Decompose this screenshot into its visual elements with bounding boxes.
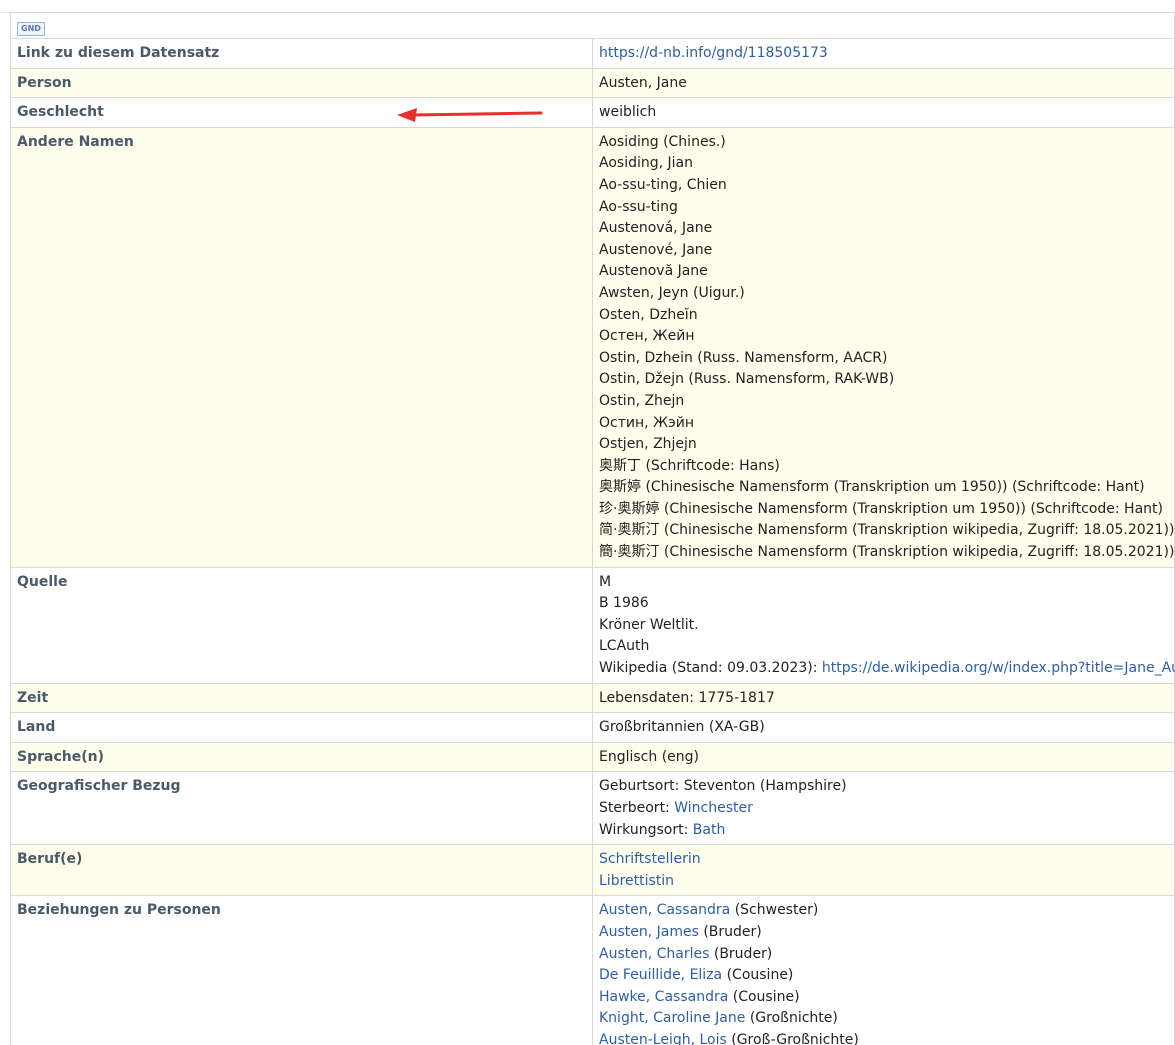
row-value: weiblich bbox=[592, 97, 1175, 128]
relation: (Großnichte) bbox=[745, 1010, 838, 1027]
person-link[interactable]: Knight, Caroline Jane bbox=[599, 1010, 745, 1026]
list-item: Austenové, Jane bbox=[599, 241, 713, 258]
row-geschlecht: Geschlecht weiblich bbox=[10, 97, 1175, 128]
row-beziehungen: Beziehungen zu Personen Austen, Cassandr… bbox=[10, 895, 1175, 1045]
list-item: Austen-Leigh, Lois (Groß-Großnichte) bbox=[599, 1030, 1168, 1045]
row-label: Andere Namen bbox=[10, 126, 593, 568]
list-item: Остен, Жейн bbox=[599, 328, 695, 345]
list-item: Osten, Dzheĭn bbox=[599, 306, 698, 323]
row-value: Großbritannien (XA-GB) bbox=[592, 712, 1175, 743]
row-label: Beruf(e) bbox=[10, 844, 593, 897]
person-link[interactable]: Hawke, Cassandra bbox=[599, 989, 728, 1005]
row-value: Englisch (eng) bbox=[592, 741, 1175, 773]
relation: (Schwester) bbox=[730, 902, 819, 919]
list-item: Awsten, Jeyn (Uigur.) bbox=[599, 284, 745, 301]
row-value: Schriftstellerin Librettistin bbox=[592, 844, 1175, 897]
relation: (Bruder) bbox=[709, 945, 773, 962]
list-item: Hawke, Cassandra (Cousine) bbox=[599, 987, 1168, 1009]
row-value: Austen, Jane bbox=[592, 67, 1175, 99]
relation: (Cousine) bbox=[722, 967, 794, 984]
wikipedia-link[interactable]: https://de.wikipedia.org/w/index.php?tit… bbox=[822, 660, 1175, 676]
beruf-link[interactable]: Schriftstellerin bbox=[599, 849, 1168, 871]
row-label: Quelle bbox=[10, 566, 593, 684]
person-link[interactable]: De Feuillide, Eliza bbox=[599, 967, 722, 983]
list-item: Aosiding (Chines.) bbox=[599, 133, 726, 150]
gnd-logo-icon[interactable]: GND bbox=[17, 22, 45, 36]
sterbeort: Sterbeort: Winchester bbox=[599, 798, 1168, 820]
sterbeort-link[interactable]: Winchester bbox=[674, 800, 753, 816]
logo-cell: GND bbox=[10, 12, 1175, 39]
record-link[interactable]: https://d-nb.info/gnd/118505173 bbox=[599, 45, 828, 61]
row-geo: Geografischer Bezug Geburtsort: Stevento… bbox=[10, 771, 1175, 846]
list-item: Ostin, Zhejn bbox=[599, 392, 685, 409]
list-item: Ostjen, Zhjejn bbox=[599, 436, 697, 453]
list-item: De Feuillide, Eliza (Cousine) bbox=[599, 965, 1168, 987]
list-item: Austen, Cassandra (Schwester) bbox=[599, 900, 1168, 922]
list-item: Austenová, Jane bbox=[599, 220, 713, 237]
wirkungsort: Wirkungsort: Bath bbox=[599, 820, 1168, 842]
row-value: Austen, Cassandra (Schwester) Austen, Ja… bbox=[592, 895, 1175, 1045]
row-label: Sprache(n) bbox=[10, 741, 593, 773]
list-item: Остин, Жэйн bbox=[599, 414, 695, 431]
row-label: Zeit bbox=[10, 682, 593, 714]
relation: (Bruder) bbox=[698, 923, 762, 940]
list-item: 簡·奥斯汀 (Chinesische Namensform (Transkrip… bbox=[599, 544, 1175, 561]
list-item: 简·奥斯汀 (Chinesische Namensform (Transkrip… bbox=[599, 522, 1175, 539]
list-item: 奥斯丁 (Schriftcode: Hans) bbox=[599, 457, 780, 474]
table-row: GND bbox=[10, 12, 1175, 39]
list-item: 珍·奥斯婷 (Chinesische Namensform (Transkrip… bbox=[599, 500, 1163, 517]
person-link[interactable]: Austen, James bbox=[599, 924, 699, 940]
list-item: Austenovă Jane bbox=[599, 263, 708, 280]
page: GND Link zu diesem Datensatz https://d-n… bbox=[0, 0, 1175, 1045]
row-value: Lebensdaten: 1775-1817 bbox=[592, 682, 1175, 714]
list-item: Kröner Weltlit. bbox=[599, 616, 699, 633]
row-value: Aosiding (Chines.) Aosiding, Jian Ao-ssu… bbox=[592, 126, 1175, 568]
list-item: Ao-ssu-ting bbox=[599, 198, 678, 215]
row-label: Person bbox=[10, 67, 593, 99]
gnd-record-table: GND Link zu diesem Datensatz https://d-n… bbox=[10, 12, 1175, 1045]
row-label: Land bbox=[10, 712, 593, 743]
list-item: Aosiding, Jian bbox=[599, 155, 693, 172]
row-beruf: Beruf(e) Schriftstellerin Librettistin bbox=[10, 844, 1175, 897]
relation: (Cousine) bbox=[728, 988, 800, 1005]
row-land: Land Großbritannien (XA-GB) bbox=[10, 712, 1175, 743]
geburtsort: Geburtsort: Steventon (Hampshire) bbox=[599, 778, 847, 795]
beruf-link[interactable]: Librettistin bbox=[599, 871, 1168, 893]
list-item: 奥斯婷 (Chinesische Namensform (Transkripti… bbox=[599, 479, 1145, 496]
row-zeit: Zeit Lebensdaten: 1775-1817 bbox=[10, 682, 1175, 714]
row-quelle: Quelle M B 1986 Kröner Weltlit. LCAuth W… bbox=[10, 566, 1175, 684]
person-link[interactable]: Austen, Cassandra bbox=[599, 902, 730, 918]
row-label: Beziehungen zu Personen bbox=[10, 895, 593, 1045]
relation: (Groß-Großnichte) bbox=[726, 1031, 859, 1045]
row-value: M B 1986 Kröner Weltlit. LCAuth Wikipedi… bbox=[592, 566, 1175, 684]
row-link: Link zu diesem Datensatz https://d-nb.in… bbox=[10, 38, 1175, 69]
list-item: Ostin, Džejn (Russ. Namensform, RAK-WB) bbox=[599, 371, 895, 388]
row-andere-namen: Andere Namen Aosiding (Chines.) Aosiding… bbox=[10, 126, 1175, 568]
list-item: Knight, Caroline Jane (Großnichte) bbox=[599, 1008, 1168, 1030]
list-item: Ostin, Dzhein (Russ. Namensform, AACR) bbox=[599, 349, 888, 366]
row-label: Link zu diesem Datensatz bbox=[10, 38, 593, 69]
list-item: Ao-ssu-ting, Chien bbox=[599, 176, 727, 193]
sterbeort-prefix: Sterbeort: bbox=[599, 800, 675, 816]
wirkungsort-prefix: Wirkungsort: bbox=[599, 821, 693, 838]
list-item: B 1986 bbox=[599, 595, 649, 612]
list-item: Wikipedia (Stand: 09.03.2023): https://d… bbox=[599, 658, 1175, 680]
list-item: Austen, James (Bruder) bbox=[599, 922, 1168, 944]
wirkungsort-link[interactable]: Bath bbox=[693, 822, 726, 838]
list-item: LCAuth bbox=[599, 638, 650, 655]
row-label: Geschlecht bbox=[10, 97, 593, 128]
row-person: Person Austen, Jane bbox=[10, 67, 1175, 99]
person-link[interactable]: Austen, Charles bbox=[599, 946, 709, 962]
wiki-prefix: Wikipedia (Stand: 09.03.2023): bbox=[599, 660, 822, 677]
row-value: Geburtsort: Steventon (Hampshire) Sterbe… bbox=[592, 771, 1175, 846]
row-value: https://d-nb.info/gnd/118505173 bbox=[592, 38, 1175, 69]
row-sprache: Sprache(n) Englisch (eng) bbox=[10, 741, 1175, 773]
row-label: Geografischer Bezug bbox=[10, 771, 593, 846]
person-link[interactable]: Austen-Leigh, Lois bbox=[599, 1032, 727, 1045]
list-item: M bbox=[599, 573, 612, 590]
list-item: Austen, Charles (Bruder) bbox=[599, 944, 1168, 966]
